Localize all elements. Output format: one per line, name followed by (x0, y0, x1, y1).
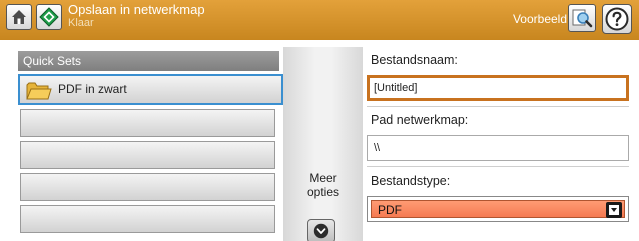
file-type-value: PDF (378, 203, 402, 217)
divider (367, 106, 629, 107)
status-text: Klaar (68, 17, 94, 29)
quick-set-empty-row (20, 173, 275, 201)
network-path-field[interactable]: \\ (367, 135, 629, 161)
quick-set-empty-row (20, 109, 275, 137)
quick-set-item[interactable]: PDF in zwart (18, 74, 283, 105)
start-icon (39, 7, 59, 27)
file-type-label: Bestandstype: (371, 174, 451, 188)
preview-label: Voorbeeld (512, 12, 567, 26)
file-type-select-box[interactable]: PDF (371, 200, 625, 218)
header-bar: Opslaan in netwerkmap Klaar Voorbeeld (0, 0, 639, 40)
dropdown-icon[interactable] (606, 202, 622, 218)
network-path-label: Pad netwerkmap: (371, 113, 469, 127)
folder-icon (26, 82, 52, 100)
file-type-select[interactable]: PDF (367, 196, 629, 222)
filename-label: Bestandsnaam: (371, 53, 458, 67)
divider (367, 166, 629, 167)
preview-button[interactable] (568, 4, 596, 32)
app-title: Opslaan in netwerkmap (68, 2, 205, 17)
filename-field[interactable]: [Untitled] (367, 75, 629, 101)
help-icon (605, 7, 629, 31)
start-button[interactable] (36, 4, 62, 30)
home-button[interactable] (6, 4, 32, 30)
quick-set-empty-row (20, 205, 275, 233)
magnifier-icon (572, 9, 593, 28)
scroll-down-button[interactable] (307, 219, 335, 241)
chevron-down-icon (313, 223, 329, 239)
help-button[interactable] (602, 4, 632, 34)
more-options-label[interactable]: Meer opties (293, 171, 353, 199)
middle-panel (283, 47, 363, 241)
quick-set-label: PDF in zwart (58, 82, 127, 96)
home-icon (12, 10, 26, 24)
quick-set-empty-row (20, 141, 275, 169)
quick-sets-header: Quick Sets (18, 51, 279, 71)
